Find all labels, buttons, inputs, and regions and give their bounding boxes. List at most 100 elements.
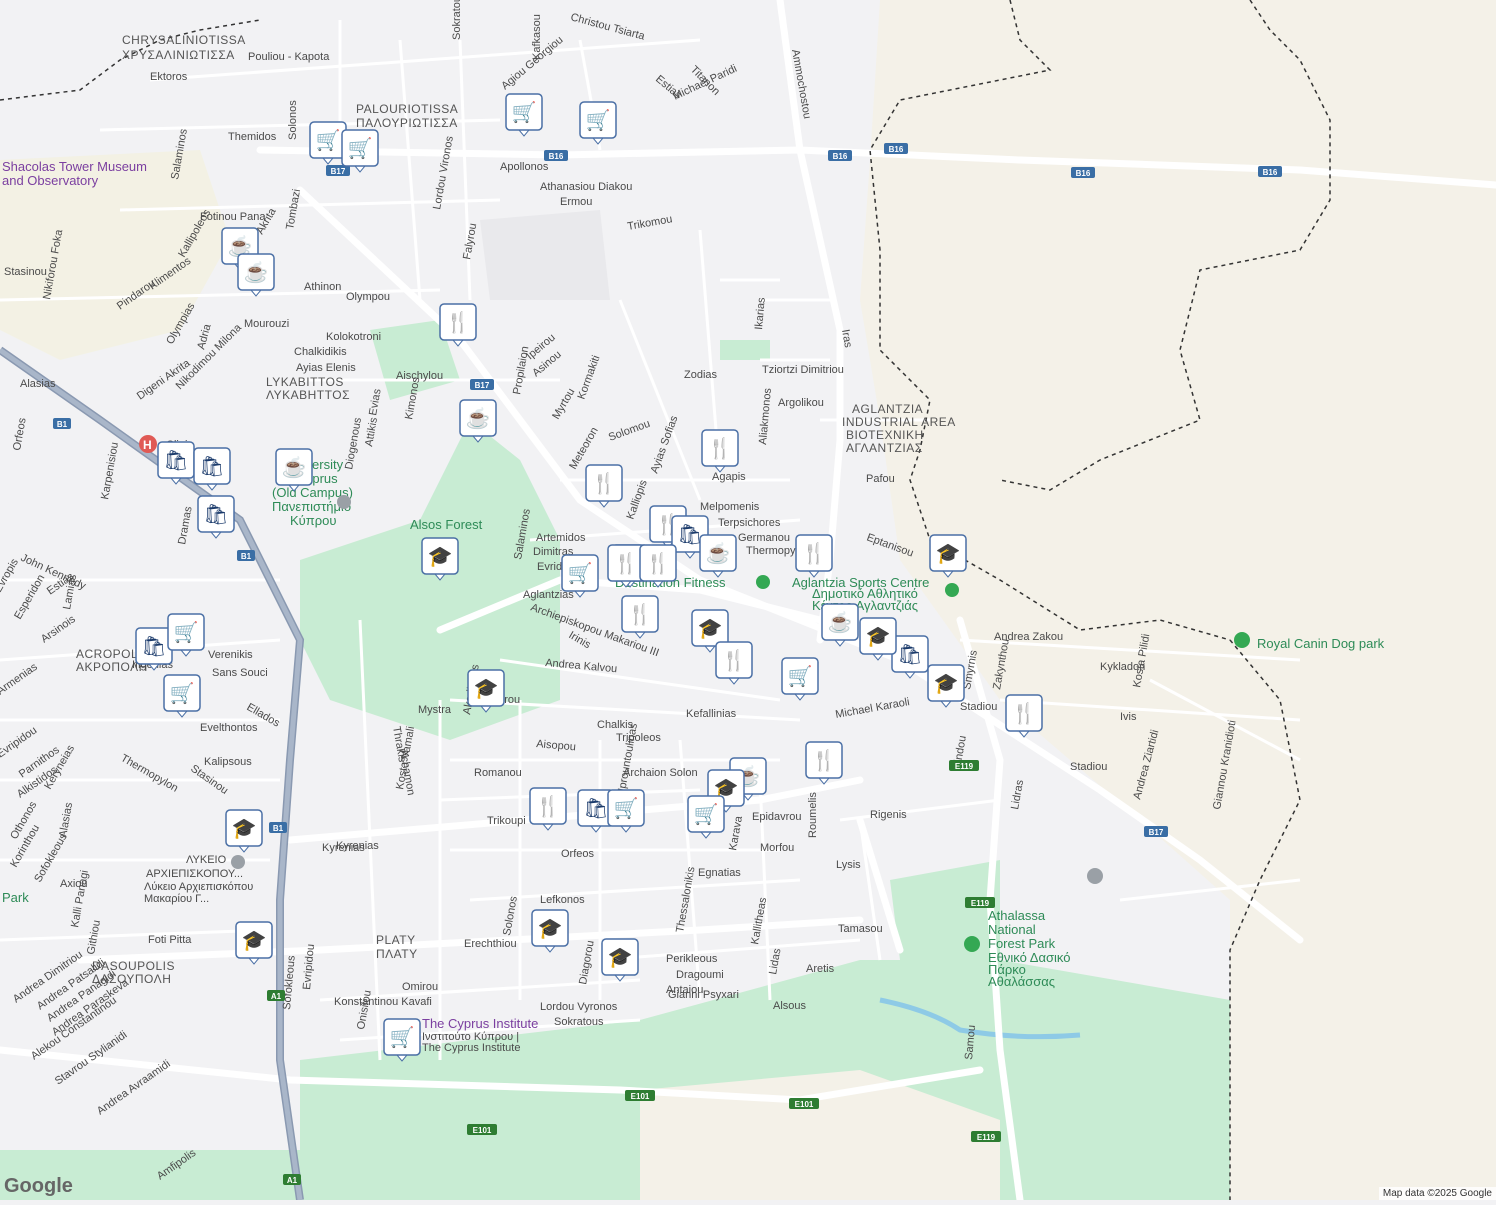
school-icon: 🎓 [242,930,267,952]
poi-label: ΛΥΚΕΙΟ [186,854,227,866]
restaurant-marker[interactable]: 🍴 [608,545,644,587]
svg-text:B17: B17 [475,381,490,390]
street-label: Lordou Vyronos [540,1001,618,1013]
restaurant-marker[interactable]: 🍴 [702,430,738,472]
poi-label: Park [2,890,29,905]
route-shield: B1 [269,822,287,833]
street-label: Terpsichores [718,517,781,529]
shopping-cart-marker[interactable]: 🛒 [580,102,616,144]
cafe-marker[interactable]: ☕ [700,535,736,577]
poi-label: Κύπρου [290,513,336,528]
shopping-cart-icon: 🛒 [586,108,611,132]
cafe-marker[interactable]: ☕ [822,604,858,646]
dog-park-icon[interactable] [1234,632,1250,648]
shopping-cart-icon: 🛒 [316,128,341,152]
restaurant-icon: 🍴 [446,310,471,334]
svg-text:E101: E101 [473,1126,492,1135]
school-marker[interactable]: 🎓 [226,810,262,852]
restaurant-marker[interactable]: 🍴 [640,545,676,587]
district-label: ΑΓΛΑΝΤΖΙΑΣ [846,441,923,455]
street-label: Stadiou [960,701,997,713]
map-svg[interactable]: CHRYSALINIOTISSA ΧΡΥΣΑΛΙΝΙΩΤΙΣΣΑ PALOURI… [0,0,1496,1200]
school-icon: 🎓 [428,546,453,568]
shopping-cart-marker[interactable]: 🛒 [506,94,542,136]
school-marker[interactable]: 🎓 [468,670,504,712]
cafe-icon: ☕ [244,260,269,284]
school-dot-icon[interactable] [231,855,245,869]
shopping-cart-marker[interactable]: 🛒 [310,122,346,164]
school-marker[interactable]: 🎓 [422,538,458,580]
shopping-bag-marker[interactable]: 🛍 [198,496,234,538]
restaurant-marker[interactable]: 🍴 [622,596,658,638]
school-icon: 🎓 [232,818,257,840]
shopping-cart-icon: 🛒 [170,681,195,705]
shopping-bag-marker[interactable]: 🛍 [892,636,928,678]
district-label: ΧΡΥΣΑΛΙΝΙΩΤΙΣΣΑ [122,48,235,62]
route-shield: A1 [267,990,285,1001]
svg-text:B1: B1 [241,552,252,561]
shopping-cart-marker[interactable]: 🛒 [164,675,200,717]
cafe-marker[interactable]: ☕ [460,400,496,442]
route-shield: E119 [965,897,995,908]
poi-label: The Cyprus Institute [422,1016,538,1031]
shopping-cart-icon: 🛒 [348,136,373,160]
school-marker[interactable]: 🎓 [532,910,568,952]
street-label: Romanou [474,767,522,779]
cafe-marker[interactable]: ☕ [276,449,312,491]
route-shield: B16 [1258,166,1282,177]
svg-text:B1: B1 [273,824,284,833]
restaurant-icon: 🍴 [812,748,837,772]
shopping-cart-icon: 🛒 [788,664,813,688]
forest-park-icon[interactable] [964,936,980,952]
street-label: Sokratous [554,1016,604,1028]
school-marker[interactable]: 🎓 [860,618,896,660]
district-label: LYKABITTOS [266,375,344,389]
shopping-bag-marker[interactable]: 🛍 [194,448,230,490]
map-attribution[interactable]: Map data ©2025 Google [1379,1187,1496,1200]
school-icon: 🎓 [936,543,961,565]
street-label: Agapis [712,471,746,483]
street-label: Artemidos [536,532,586,544]
school-marker[interactable]: 🎓 [236,922,272,964]
street-label: Athanasiou Diakou [540,181,632,193]
restaurant-marker[interactable]: 🍴 [586,465,622,507]
shopping-cart-marker[interactable]: 🛒 [384,1019,420,1061]
cafe-icon: ☕ [706,541,731,565]
sports-centre-icon[interactable] [945,583,959,597]
shopping-bag-marker[interactable]: 🛍 [158,442,194,484]
hospital-icon[interactable]: H [139,435,157,453]
restaurant-marker[interactable]: 🍴 [530,788,566,830]
route-shield: E101 [789,1098,819,1109]
school-marker[interactable]: 🎓 [928,665,964,707]
svg-text:B16: B16 [1263,168,1278,177]
shopping-cart-marker[interactable]: 🛒 [782,658,818,700]
svg-text:B16: B16 [1076,169,1091,178]
restaurant-marker[interactable]: 🍴 [440,304,476,346]
restaurant-marker[interactable]: 🍴 [806,742,842,784]
street-label: Axiou [60,878,88,890]
street-label: Stasinou [4,266,47,278]
street-label: Erechthiou [464,938,517,950]
restaurant-marker[interactable]: 🍴 [796,535,832,577]
svg-text:E119: E119 [955,762,974,771]
map-canvas[interactable]: CHRYSALINIOTISSA ΧΡΥΣΑΛΙΝΙΩΤΙΣΣΑ PALOURI… [0,0,1496,1200]
route-shield: B17 [470,379,494,390]
school-marker[interactable]: 🎓 [602,939,638,981]
shopping-cart-marker[interactable]: 🛒 [562,555,598,597]
shopping-cart-marker[interactable]: 🛒 [168,614,204,656]
university-icon[interactable] [337,495,351,509]
school-marker[interactable]: 🎓 [930,535,966,577]
poi-label: Forest Park [988,936,1056,951]
restaurant-marker[interactable]: 🍴 [716,642,752,684]
school-dot-icon[interactable] [1087,868,1103,884]
shopping-cart-marker[interactable]: 🛒 [342,130,378,172]
svg-text:E119: E119 [971,899,990,908]
restaurant-marker[interactable]: 🍴 [1006,695,1042,737]
shopping-bag-marker[interactable]: 🛍 [136,628,172,670]
street-label: Aretis [806,963,835,975]
shopping-cart-marker[interactable]: 🛒 [688,796,724,838]
fitness-icon[interactable] [756,575,770,589]
shopping-cart-marker[interactable]: 🛒 [608,790,644,832]
cafe-marker[interactable]: ☕ [238,254,274,296]
shopping-bag-icon: 🛍 [583,798,608,820]
